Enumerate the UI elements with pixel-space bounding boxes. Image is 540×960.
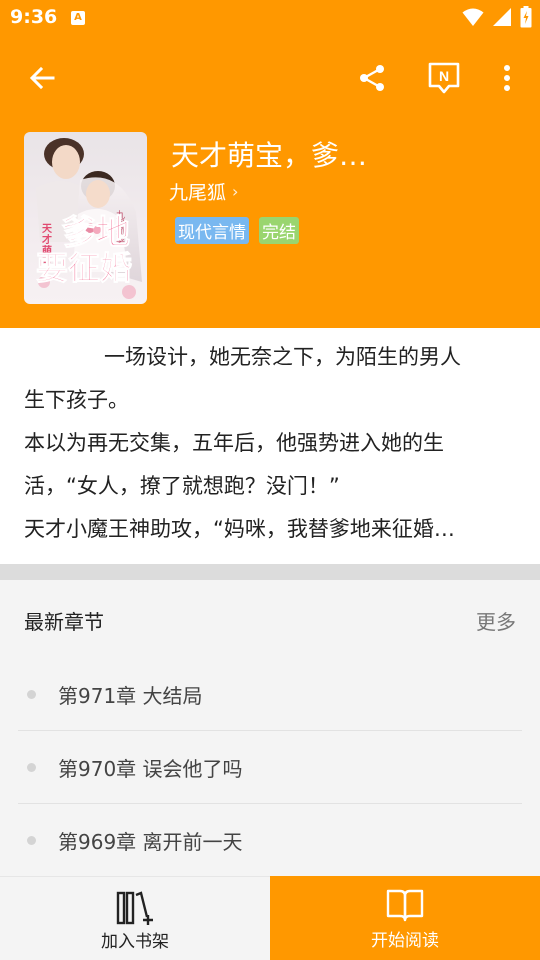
book-tags: 现代言情 完结 [175, 217, 299, 244]
section-divider [0, 564, 540, 580]
bullet-dot-icon [27, 689, 36, 699]
book-header: N 九尾狐 著 天才萌宝 爹地 要征婚 天才萌宝，爹… 九尾狐 › 现代言情 完… [0, 36, 540, 328]
start-reading-label: 开始阅读 [371, 931, 439, 951]
latest-chapters-title: 最新章节 [24, 610, 104, 634]
chapter-title: 第971章 大结局 [58, 683, 203, 708]
more-chapters-link[interactable]: 更多 [476, 606, 516, 635]
novel-comment-icon: N [428, 62, 460, 94]
chapter-title: 第970章 误会他了吗 [58, 756, 243, 781]
chapter-item[interactable]: 第969章 离开前一天 [18, 804, 522, 877]
back-button[interactable] [22, 58, 62, 98]
share-button[interactable] [352, 58, 392, 98]
description-line: 一场设计，她无奈之下，为陌生的男人 [104, 345, 461, 369]
chapter-item[interactable]: 第970章 误会他了吗 [18, 731, 522, 804]
signal-icon [493, 8, 511, 26]
wifi-icon [462, 8, 484, 26]
book-title: 天才萌宝，爹… [171, 139, 368, 172]
novel-comment-button[interactable]: N [424, 58, 464, 98]
chapter-list: 第971章 大结局 第970章 误会他了吗 第969章 离开前一天 [18, 658, 522, 877]
share-icon [360, 65, 384, 91]
start-reading-button[interactable]: 开始阅读 [270, 876, 540, 960]
chevron-right-icon: › [232, 182, 239, 201]
add-bookshelf-icon [116, 891, 153, 925]
bottom-action-bar: 加入书架 开始阅读 [0, 876, 540, 960]
description-line: 本以为再无交集，五年后，他强势进入她的生 [24, 431, 444, 455]
bullet-dot-icon [27, 836, 36, 845]
status-tag: 完结 [259, 217, 299, 244]
genre-tag[interactable]: 现代言情 [175, 217, 249, 244]
battery-icon [520, 6, 532, 28]
notification-icon: A [71, 11, 85, 25]
description-line: 生下孩子。 [24, 388, 129, 412]
description-line: 活，“女人，撩了就想跑？没门！” [24, 474, 340, 498]
add-to-shelf-button[interactable]: 加入书架 [0, 876, 270, 960]
add-to-shelf-label: 加入书架 [101, 932, 169, 952]
more-options-button[interactable] [487, 58, 527, 98]
book-description[interactable]: 一场设计，她无奈之下，为陌生的男人 生下孩子。 本以为再无交集，五年后，他强势进… [0, 328, 540, 564]
cover-big-text-line1: 爹地 [62, 213, 131, 253]
description-line: 天才小魔王神助攻，“妈咪，我替爹地来征婚… [24, 517, 455, 541]
author-name: 九尾狐 [169, 182, 227, 204]
cover-big-text-line2: 要征婚 [35, 249, 133, 287]
chapter-title: 第969章 离开前一天 [58, 830, 243, 854]
author-link[interactable]: 九尾狐 › [169, 178, 238, 205]
arrow-left-icon [29, 66, 55, 90]
latest-chapters-section: 最新章节 更多 第971章 大结局 第970章 误会他了吗 第969章 离开前一… [0, 580, 540, 876]
bullet-dot-icon [27, 762, 36, 772]
chapter-item[interactable]: 第971章 大结局 [18, 658, 522, 731]
novel-comment-icon-letter: N [439, 68, 449, 84]
status-bar: 9:36 A [0, 0, 540, 36]
open-book-icon [386, 889, 424, 922]
book-cover[interactable]: 九尾狐 著 天才萌宝 爹地 要征婚 [24, 132, 147, 304]
status-icons [462, 6, 532, 28]
more-vert-icon [504, 65, 510, 91]
status-time: 9:36 [10, 6, 58, 28]
